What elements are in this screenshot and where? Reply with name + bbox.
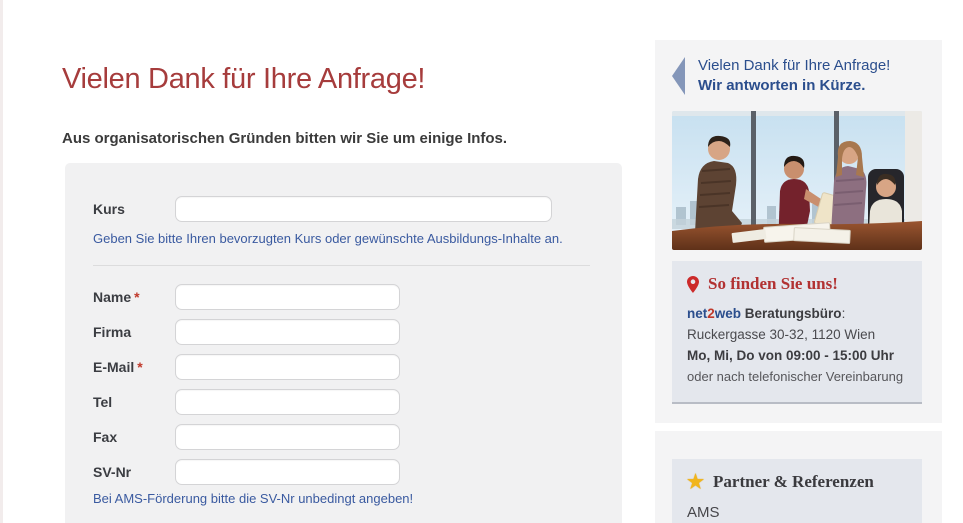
page: Vielen Dank für Ihre Anfrage! Aus organi… — [0, 0, 963, 523]
brand-2: 2 — [707, 306, 715, 321]
star-icon: ★ — [687, 471, 705, 493]
sidebar-thanks-section: Vielen Dank für Ihre Anfrage! Wir antwor… — [655, 40, 942, 423]
kurs-label-text: Kurs — [93, 201, 125, 217]
address-line: Ruckergasse 30-32, 1120 Wien — [687, 327, 876, 342]
form-row-tel: Tel — [93, 389, 590, 415]
svnr-label: SV-Nr — [93, 459, 175, 485]
firma-input[interactable] — [175, 319, 400, 345]
arrow-left-icon — [672, 57, 685, 95]
name-label-text: Name — [93, 289, 132, 305]
required-asterisk: * — [134, 289, 140, 305]
svnr-label-text: SV-Nr — [93, 464, 132, 480]
form-row-kurs: Kurs — [93, 196, 590, 222]
tel-label: Tel — [93, 389, 175, 415]
thanks-line-1: Vielen Dank für Ihre Anfrage! — [698, 57, 891, 74]
form-row-email: E-Mail * — [93, 354, 590, 380]
fax-label: Fax — [93, 424, 175, 450]
office-line: net2web Beratungsbüro: — [687, 303, 907, 324]
hours-line: Mo, Mi, Do von 09:00 - 15:00 Uhr — [687, 348, 895, 363]
office-label: Beratungsbüro — [744, 306, 842, 321]
thanks-line-2: Wir antworten in Kürze. — [698, 77, 866, 94]
brand-net2web: net2web — [687, 306, 741, 321]
name-label: Name * — [93, 284, 175, 310]
name-input[interactable] — [175, 284, 400, 310]
required-asterisk: * — [137, 359, 143, 375]
brand-net: net — [687, 306, 708, 321]
partners-title: ★ Partner & Referenzen — [687, 472, 907, 492]
find-us-box: So finden Sie uns! net2web Beratungsbüro… — [672, 261, 922, 404]
intro-text: Aus organisatorischen Gründen bitten wir… — [62, 130, 508, 147]
firma-label: Firma — [93, 319, 175, 345]
tel-label-text: Tel — [93, 394, 113, 410]
sidebar: Vielen Dank für Ihre Anfrage! Wir antwor… — [655, 40, 942, 523]
map-pin-icon — [687, 275, 699, 293]
kurs-hint: Geben Sie bitte Ihren bevorzugten Kurs o… — [93, 231, 563, 246]
find-us-title: So finden Sie uns! — [687, 274, 907, 294]
email-label: E-Mail * — [93, 354, 175, 380]
partners-box: ★ Partner & Referenzen AMS Cybergrafic W… — [672, 459, 922, 523]
partners-list: AMS Cybergrafic Wappschool — [687, 502, 907, 523]
fax-input[interactable] — [175, 424, 400, 450]
contact-fields: Name * Firma E-Mail * Tel Fax SV-Nr — [93, 284, 590, 485]
form-divider — [93, 265, 590, 266]
firma-label-text: Firma — [93, 324, 132, 340]
find-us-details: net2web Beratungsbüro: Ruckergasse 30-32… — [687, 303, 907, 387]
form-row-name: Name * — [93, 284, 590, 310]
fax-label-text: Fax — [93, 429, 118, 445]
hours-note: oder nach telefonischer Vereinbarung — [687, 369, 904, 384]
svnr-hint: Bei AMS-Förderung bitte die SV-Nr unbedi… — [93, 491, 414, 506]
partner-item: AMS — [687, 504, 720, 521]
thanks-message: Vielen Dank für Ihre Anfrage! Wir antwor… — [672, 56, 926, 96]
svnr-input[interactable] — [175, 459, 400, 485]
form-row-svnr: SV-Nr — [93, 459, 590, 485]
kurs-label: Kurs — [93, 196, 175, 222]
form-row-firma: Firma — [93, 319, 590, 345]
inquiry-form: Kurs Geben Sie bitte Ihren bevorzugten K… — [65, 163, 622, 523]
tel-input[interactable] — [175, 389, 400, 415]
find-us-title-text: So finden Sie uns! — [708, 274, 838, 293]
email-label-text: E-Mail — [93, 359, 135, 375]
form-row-fax: Fax — [93, 424, 590, 450]
sidebar-partners-section: ★ Partner & Referenzen AMS Cybergrafic W… — [655, 431, 942, 523]
office-colon: : — [841, 306, 846, 321]
thanks-text: Vielen Dank für Ihre Anfrage! Wir antwor… — [698, 56, 890, 96]
team-meeting-photo — [672, 111, 922, 250]
partners-title-text: Partner & Referenzen — [713, 472, 874, 491]
email-input[interactable] — [175, 354, 400, 380]
page-edge-strip — [0, 0, 3, 523]
page-title: Vielen Dank für Ihre Anfrage! — [62, 63, 426, 95]
kurs-input[interactable] — [175, 196, 552, 222]
brand-web: web — [714, 306, 742, 321]
